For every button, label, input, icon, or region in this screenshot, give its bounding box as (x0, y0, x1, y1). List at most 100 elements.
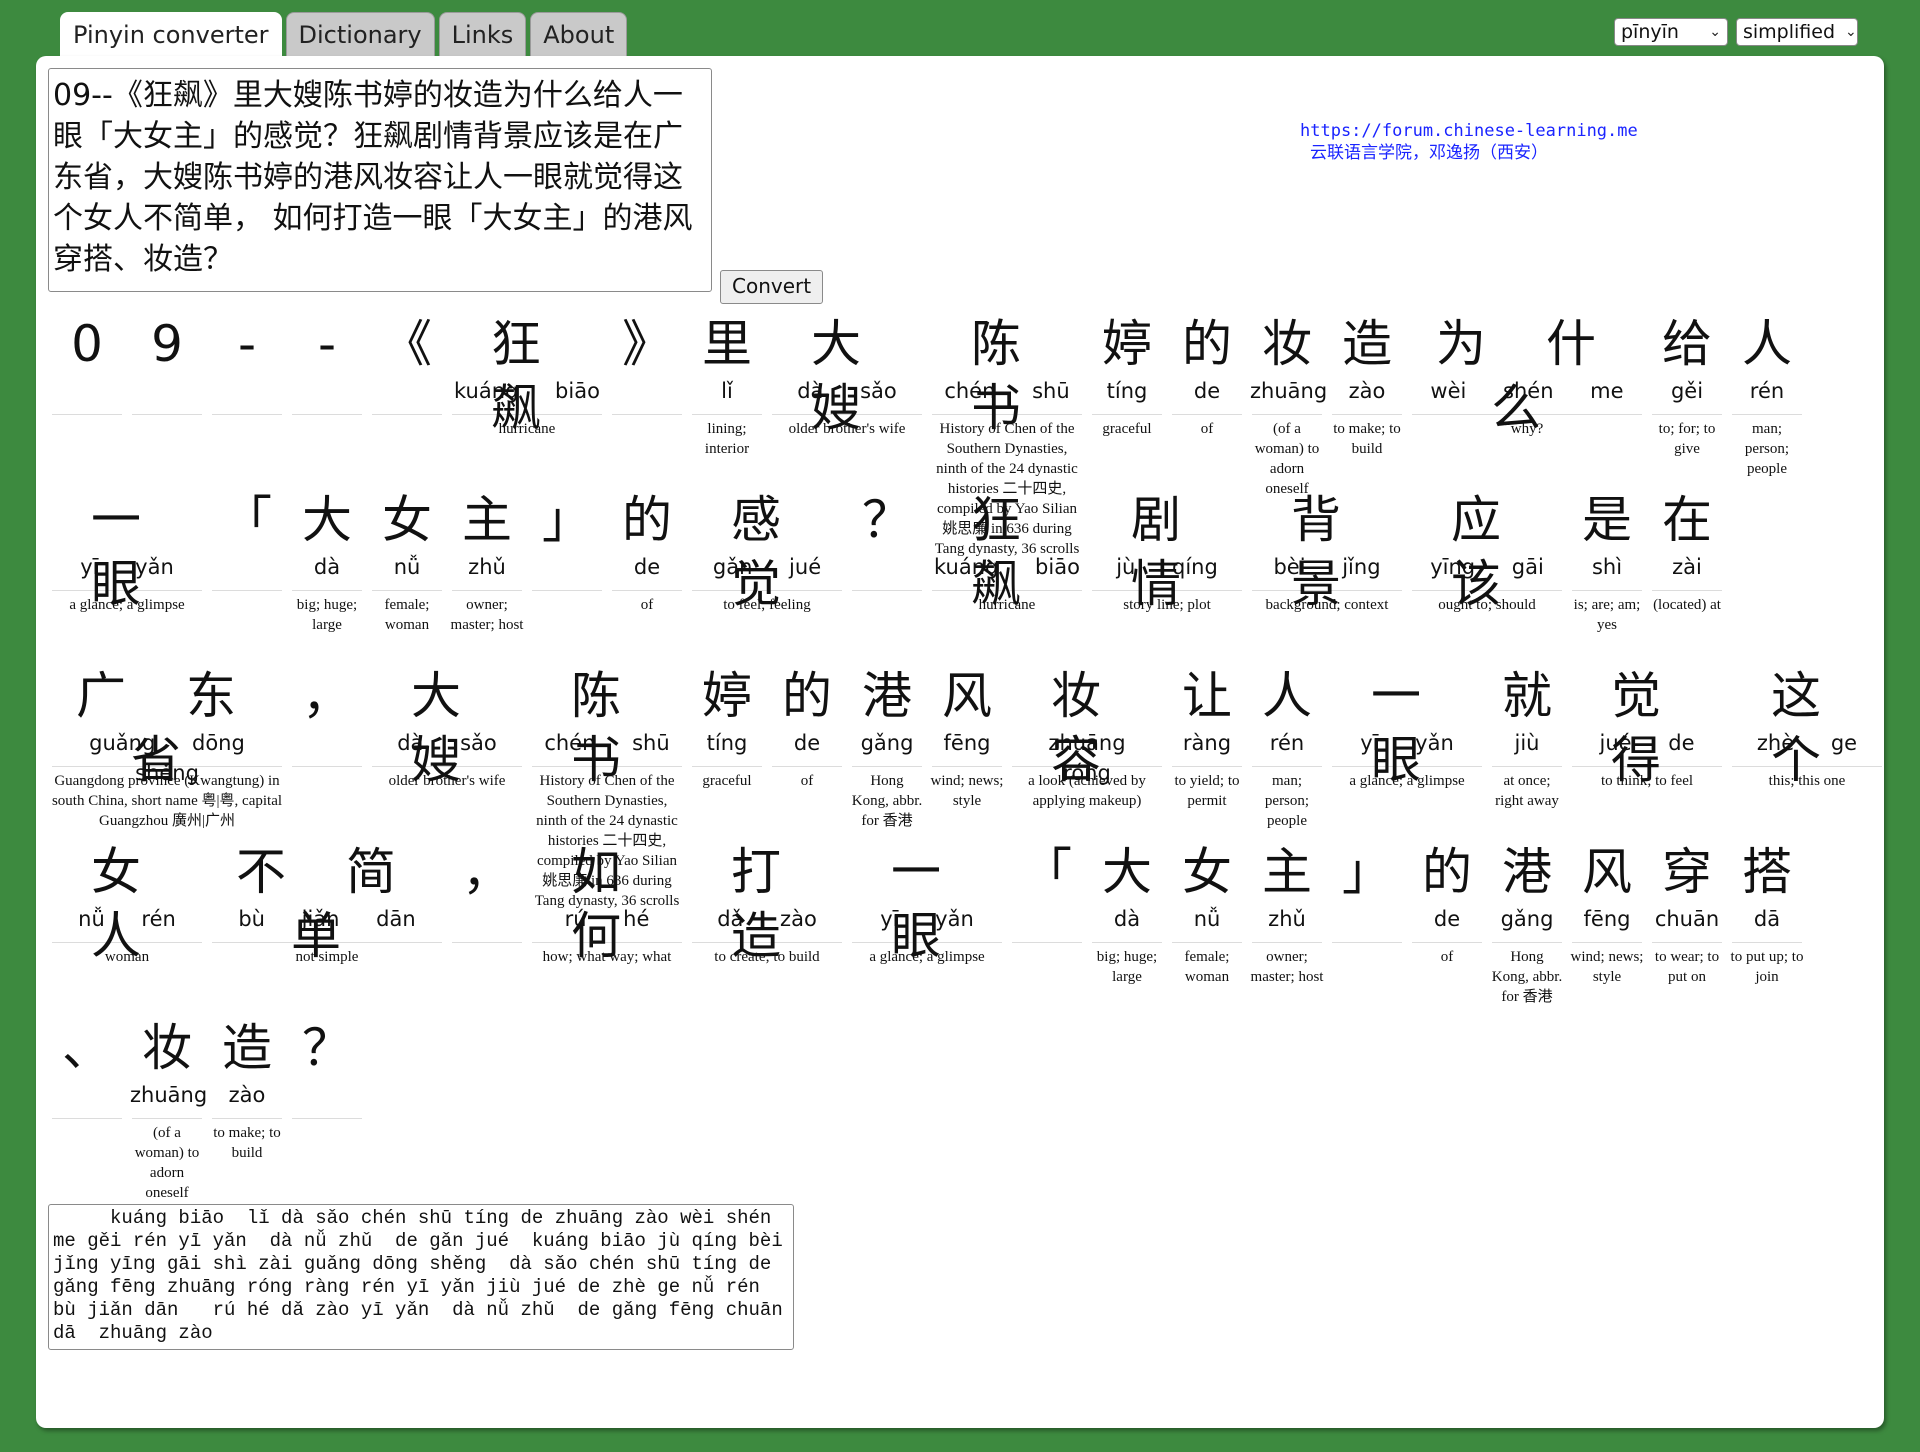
word-cell: 一 眼 yī yǎn a glance; a glimpse (1330, 664, 1484, 791)
gloss: hurricane (978, 597, 1036, 613)
pinyin: kuáng biāo (454, 379, 600, 403)
hanzi: 不 简 单 (236, 843, 418, 965)
gloss: of (640, 597, 654, 613)
forum-link[interactable]: https://forum.chinese-learning.me (1300, 120, 1720, 142)
hanzi: 的 (1182, 315, 1232, 373)
word-cell: 背 景 bèi jǐng background; context (1250, 488, 1404, 615)
word-cell: 就 jiù at once; right away (1490, 664, 1564, 811)
word-cell: - (290, 312, 364, 419)
pinyin-output[interactable]: kuáng biāo lǐ dà sǎo chén shū tíng de zh… (48, 1204, 794, 1350)
hanzi: 打 造 (731, 843, 803, 965)
gloss: lining; interior (704, 421, 750, 457)
script-select[interactable]: simplified ⌄ (1736, 18, 1858, 46)
hanzi: 人 (1262, 667, 1312, 725)
pinyin: yī yǎn (1360, 731, 1454, 755)
word-cell: 的 de of (610, 488, 684, 615)
gloss: why? (1510, 421, 1544, 437)
gloss: this; this one (1768, 773, 1846, 789)
hanzi: 搭 (1742, 843, 1792, 901)
hanzi: 一 眼 (91, 491, 163, 613)
hanzi: ？ (302, 1019, 352, 1077)
pinyin: dà sǎo (397, 731, 497, 755)
hanzi: 是 (1582, 491, 1632, 549)
credit-author: 云联语言学院，邓逸扬（西安） (1310, 143, 1548, 163)
tone-style-select[interactable]: pīnyīn ⌄ (1614, 18, 1728, 46)
hanzi: 港 (1502, 843, 1552, 901)
hanzi: 主 (1262, 843, 1312, 901)
gloss: (of a woman) to adorn oneself (1254, 421, 1320, 497)
word-cell: 打 造 dǎ zào to create; to build (690, 840, 844, 967)
pinyin: bù jiǎn dān (238, 907, 416, 931)
word-cell: 婷 tíng graceful (1090, 312, 1164, 439)
hanzi: 的 (782, 667, 832, 725)
gloss: older brother's wife (388, 773, 506, 789)
gloss: man; person; people (1744, 421, 1790, 477)
pinyin: zhuāng róng (1048, 731, 1126, 785)
gloss: story line; plot (1123, 597, 1211, 613)
gloss: big; huge; large (1096, 949, 1158, 985)
pinyin: nǚ rén (78, 907, 176, 931)
hanzi: 给 (1662, 315, 1712, 373)
convert-button[interactable]: Convert (720, 270, 824, 304)
gloss (850, 591, 924, 595)
pinyin: nǚ (393, 555, 421, 579)
word-cell: 《 (370, 312, 444, 419)
tone-style-value: pīnyīn (1621, 21, 1679, 43)
hanzi: 狂 飙 (491, 315, 563, 437)
hanzi: 婷 (1102, 315, 1152, 373)
hanzi: - (317, 315, 337, 373)
hanzi: 」 (542, 491, 592, 549)
hanzi: 风 (942, 667, 992, 725)
hanzi: 、 (62, 1019, 112, 1077)
gloss (1010, 943, 1084, 947)
gloss (50, 1119, 124, 1123)
pinyin: yī yǎn (80, 555, 174, 579)
word-cell: 搭 dā to put up; to join (1730, 840, 1804, 987)
tab-about[interactable]: About (530, 12, 628, 56)
pinyin: chén shū (544, 731, 670, 755)
pinyin: guǎng dōng shěng (89, 731, 245, 785)
word-cell: 大 嫂 dà sǎo older brother's wife (770, 312, 924, 439)
pinyin (610, 376, 684, 406)
word-cell: 」 (530, 488, 604, 595)
tab-pinyin-converter[interactable]: Pinyin converter (60, 12, 282, 58)
pinyin: dà (1113, 907, 1141, 931)
word-cell: 狂 飙 kuáng biāo hurricane (930, 488, 1084, 615)
pinyin: tíng (706, 731, 748, 755)
word-cell: - (210, 312, 284, 419)
word-cell: ， (450, 840, 524, 947)
tab-dictionary[interactable]: Dictionary (285, 12, 435, 56)
pinyin: zài (1672, 555, 1702, 579)
word-cell: 的 de of (1410, 840, 1484, 967)
gloss: to yield; to permit (1174, 773, 1240, 809)
hanzi: 婷 (702, 667, 752, 725)
pinyin: gǎng (860, 731, 914, 755)
word-cell: 如 何 rú hé how; what way; what (530, 840, 684, 967)
hanzi: 为 什 么 (1436, 315, 1618, 437)
gloss: older brother's wife (788, 421, 906, 437)
pinyin (290, 728, 364, 758)
word-cell: ？ (850, 488, 924, 595)
hanzi: 9 (151, 315, 183, 373)
word-cell: 主 zhǔ owner; master; host (1250, 840, 1324, 987)
gloss (210, 415, 284, 419)
pinyin: dǎ zào (717, 907, 817, 931)
hanzi: 的 (622, 491, 672, 549)
pinyin: yī yǎn (880, 907, 974, 931)
pinyin (1330, 904, 1404, 934)
chinese-input[interactable]: 09--《狂飙》里大嫂陈书婷的妆造为什么给人一眼「大女主」的感觉？狂飙剧情背景应… (48, 68, 712, 292)
hanzi: 女 (382, 491, 432, 549)
word-cell: 人 rén man; person; people (1730, 312, 1804, 479)
pinyin: chuān (1654, 907, 1720, 931)
hanzi: 「 (1022, 843, 1072, 901)
pinyin: de (1433, 907, 1461, 931)
annotation-grid: 0 9- - 《狂 飙 kuáng biāo hurricane 》里 lǐ lining; i… (50, 312, 1882, 1252)
gloss: to create; to build (714, 949, 820, 965)
word-cell: 让 ràng to yield; to permit (1170, 664, 1244, 811)
pinyin: gěi (1670, 379, 1704, 403)
gloss: at once; right away (1495, 773, 1559, 809)
pinyin (210, 376, 284, 406)
chevron-down-icon: ⌄ (1709, 24, 1721, 40)
tab-links[interactable]: Links (438, 12, 527, 56)
pinyin: de (633, 555, 661, 579)
